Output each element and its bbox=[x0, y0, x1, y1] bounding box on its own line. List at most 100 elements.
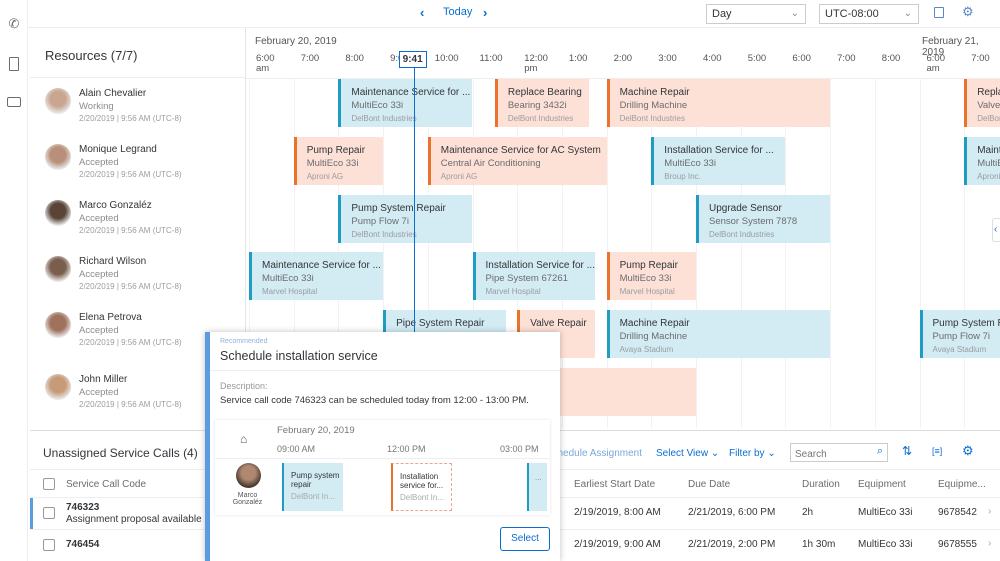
chevron-left-icon[interactable]: ‹ bbox=[420, 5, 424, 20]
calendar-legend-icon[interactable] bbox=[934, 7, 944, 18]
column-header[interactable]: Equipment bbox=[858, 479, 906, 490]
assignment-bar[interactable]: Machine Repair Drilling Machine DelBont In… bbox=[606, 79, 831, 127]
assignment-bar[interactable]: Replace Bearing Bearing 3432i DelBont Indu… bbox=[494, 79, 589, 127]
resource-item[interactable]: Richard Wilson Accepted 2/20/2019 | 9:56… bbox=[30, 248, 245, 304]
tick-label: 8:00 bbox=[345, 53, 364, 64]
assignment-bar[interactable]: Installation Service for ... MultiEco 33i… bbox=[651, 137, 786, 185]
today-button[interactable]: Today bbox=[443, 6, 472, 18]
briefcase-icon[interactable] bbox=[7, 97, 21, 107]
assignment-bar[interactable]: Installation Service for ... Pipe System … bbox=[472, 252, 596, 300]
row-checkbox[interactable] bbox=[43, 507, 55, 519]
resource-item[interactable]: Alain Chevalier Working 2/20/2019 | 9:56… bbox=[30, 80, 245, 136]
resource-name: Alain Chevalier bbox=[79, 88, 147, 99]
assignment-bar[interactable]: Maintenance Service for ... MultiEco 33i M… bbox=[249, 252, 384, 300]
chevron-right-icon[interactable]: › bbox=[483, 5, 487, 20]
bar-equipment: Pump Flow 7i bbox=[932, 331, 991, 342]
bar-equipment: MultiEc bbox=[977, 158, 1000, 169]
search-field[interactable]: ⌕ bbox=[790, 443, 888, 462]
select-view-dropdown[interactable]: Select View ⌄ bbox=[656, 448, 719, 459]
resource-status: Accepted bbox=[79, 325, 119, 336]
assignment-bar[interactable]: Pump System Repair Pump Flow 7i DelBont In… bbox=[338, 195, 473, 243]
assignment-bar[interactable]: Replac Valve 1 DelBont bbox=[964, 79, 1000, 127]
avatar bbox=[45, 88, 71, 114]
proposed-bar[interactable]: Installation service for... DelBont In... bbox=[391, 463, 452, 511]
bar-title: Valve Repair bbox=[530, 318, 587, 329]
assignment-bar[interactable]: Pump Repair MultiEco 33i Marvel Hospital bbox=[606, 252, 696, 300]
mini-person: Marco Gonzaléz bbox=[232, 492, 263, 506]
phone-icon[interactable]: ✆ bbox=[7, 17, 21, 31]
resource-date: 2/20/2019 | 9:56 AM (UTC-8) bbox=[79, 282, 182, 291]
assignment-bar[interactable]: Pump System Re Pump Flow 7i Avaya Stadium bbox=[919, 310, 1000, 358]
due-date: 2/21/2019, 6:00 PM bbox=[688, 507, 776, 518]
bar-title: Installation Service for ... bbox=[664, 145, 774, 156]
resource-item[interactable]: Marco Gonzaléz Accepted 2/20/2019 | 9:56… bbox=[30, 192, 245, 248]
column-settings-icon[interactable]: [≡] bbox=[932, 446, 942, 456]
view-select[interactable]: Day ⌄ bbox=[706, 4, 806, 24]
assignment-bar[interactable]: Mainte MultiEc Aproni bbox=[964, 137, 1000, 185]
bar-title: Machine Repair bbox=[619, 87, 690, 98]
bar-title: Installation Service for ... bbox=[485, 260, 596, 271]
mini-gantt: ⌂ February 20, 2019 09:00 AM 12:00 PM 03… bbox=[215, 420, 550, 515]
select-view-label: Select View bbox=[656, 448, 709, 459]
settings-icon[interactable]: ⚙ bbox=[962, 4, 974, 20]
current-time-marker[interactable]: 9:41 bbox=[398, 51, 427, 68]
bar-customer: Aproni AG bbox=[306, 172, 344, 181]
select-all-checkbox[interactable] bbox=[43, 478, 55, 490]
grid-line bbox=[740, 78, 742, 428]
column-header[interactable]: Due Date bbox=[688, 479, 730, 490]
tick-ampm: pm bbox=[524, 63, 538, 74]
bar-equipment: Central Air Conditioning bbox=[440, 158, 541, 169]
resource-item[interactable]: Monique Legrand Accepted 2/20/2019 | 9:5… bbox=[30, 136, 245, 192]
bar-equipment: Valve 1 bbox=[977, 100, 1000, 111]
tick-label: 2:00 bbox=[613, 53, 633, 64]
tick-ampm: am bbox=[256, 63, 270, 74]
assignment-bar[interactable]: Upgrade Sensor Sensor System 7878 DelBont … bbox=[696, 195, 831, 243]
time-tick: 4:00 bbox=[703, 54, 722, 64]
assignment-bar[interactable]: Machine Repair Drilling Machine Avaya Stad… bbox=[606, 310, 831, 358]
avatar bbox=[45, 312, 71, 338]
bar-customer: Avaya Stadium bbox=[932, 345, 987, 354]
chevron-right-icon[interactable]: › bbox=[988, 538, 991, 549]
time-tick: 11:00 bbox=[480, 54, 503, 64]
bar-equipment: MultiEco 33i bbox=[664, 158, 717, 169]
chevron-right-icon[interactable]: › bbox=[988, 506, 991, 517]
assignment-bar[interactable]: Pump Repair MultiEco 33i Aproni AG bbox=[293, 137, 384, 185]
column-header[interactable]: Earliest Start Date bbox=[574, 479, 655, 490]
row-checkbox[interactable] bbox=[43, 539, 55, 551]
filter-by-dropdown[interactable]: Filter by ⌄ bbox=[729, 448, 776, 459]
search-icon[interactable]: ⌕ bbox=[877, 445, 883, 458]
timezone-select[interactable]: UTC-08:00 ⌄ bbox=[819, 4, 919, 24]
resource-name: Marco Gonzaléz bbox=[79, 200, 152, 211]
chevron-down-icon: ⌄ bbox=[790, 8, 799, 19]
settings-icon[interactable]: ⚙ bbox=[962, 443, 974, 459]
divider bbox=[215, 458, 550, 459]
column-header[interactable]: Service Call Code bbox=[66, 479, 146, 490]
assignment-proposal-link[interactable]: Assignment proposal available bbox=[66, 514, 202, 525]
assignment-bar[interactable]: Maintenance Service for ... MultiEco 33i D… bbox=[338, 79, 473, 127]
search-input[interactable] bbox=[795, 449, 870, 460]
bar-equipment: Pump Flow 7i bbox=[351, 216, 409, 227]
column-header[interactable]: Duration bbox=[802, 479, 840, 490]
schedule-assignment-button[interactable]: Schedule Assignment bbox=[552, 448, 642, 459]
scroll-right-button[interactable]: ‹ bbox=[992, 218, 1000, 242]
assignment-bar[interactable]: Maintenance Service for AC System Central… bbox=[427, 137, 607, 185]
mini-bar[interactable]: Pump system repair DelBont In... bbox=[282, 463, 343, 511]
clipboard-icon[interactable] bbox=[9, 57, 19, 71]
avatar bbox=[236, 463, 261, 488]
duration: 2h bbox=[802, 507, 814, 518]
resources-title: Resources (7/7) bbox=[30, 30, 245, 78]
grid-line bbox=[874, 78, 876, 428]
tick-label: 5:00 bbox=[747, 53, 767, 64]
bar-customer: DelBont Industries bbox=[351, 114, 417, 123]
mini-bar[interactable]: ... bbox=[527, 463, 547, 511]
select-button[interactable]: Select bbox=[500, 527, 550, 551]
home-icon[interactable]: ⌂ bbox=[240, 432, 247, 446]
column-header[interactable]: Equipme... bbox=[938, 479, 986, 490]
bar-title: Maintenance Service for AC System bbox=[440, 145, 601, 156]
bar-equipment: MultiEco 33i bbox=[262, 273, 314, 284]
avatar bbox=[45, 374, 71, 400]
bar-equipment: MultiEco 33i bbox=[619, 273, 672, 284]
sort-icon[interactable]: ⇅ bbox=[902, 444, 912, 458]
divider bbox=[210, 370, 560, 371]
avatar bbox=[45, 144, 71, 170]
